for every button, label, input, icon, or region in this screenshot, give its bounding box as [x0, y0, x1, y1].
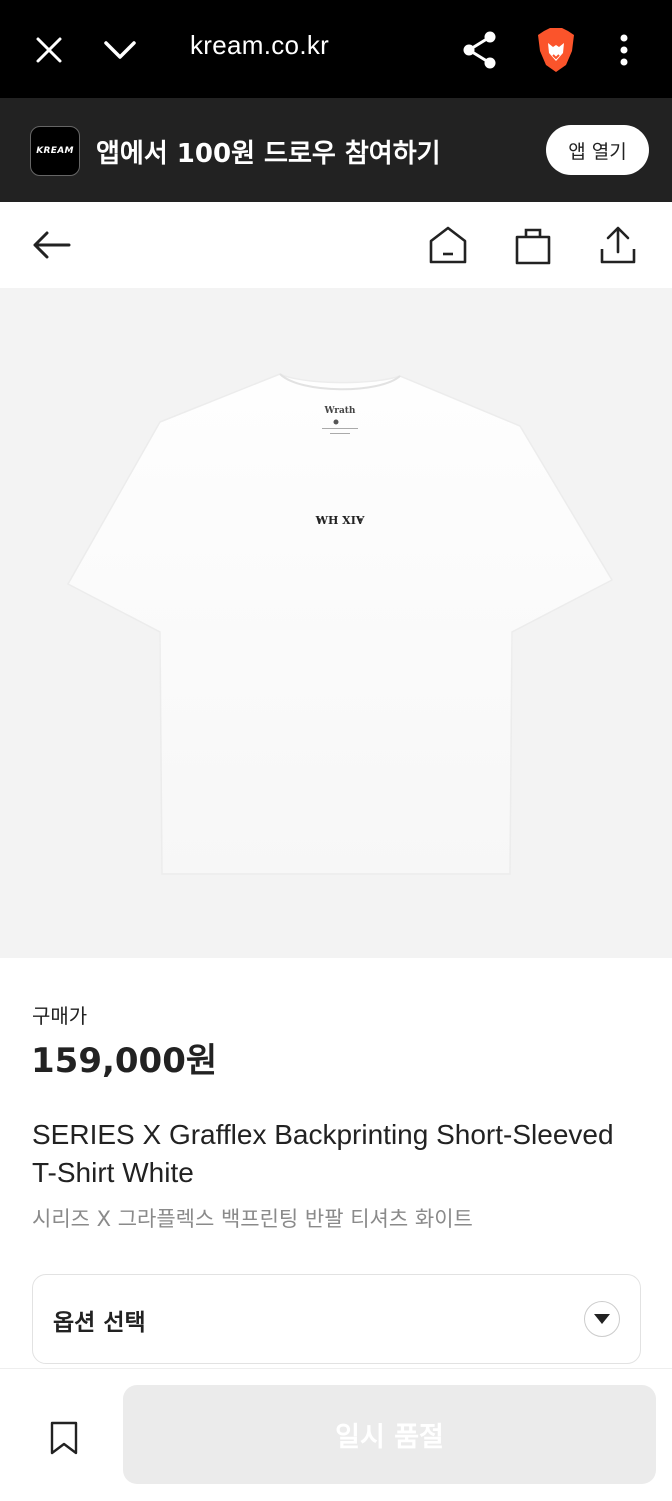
- price-label: 구매가: [32, 1004, 88, 1028]
- shopping-bag-icon[interactable]: [508, 220, 558, 270]
- chevron-down-icon[interactable]: [94, 24, 146, 76]
- app-banner-text: 앱에서 100원 드로우 참여하기: [96, 139, 441, 169]
- svg-text:Wrath: Wrath: [324, 406, 356, 416]
- address-bar-url[interactable]: kream.co.kr: [190, 30, 329, 61]
- option-select[interactable]: 옵션 선택: [32, 1274, 641, 1364]
- open-app-button[interactable]: 앱 열기: [546, 125, 649, 175]
- tshirt-illustration: Wrath • WH XIV •: [66, 373, 614, 875]
- product-name-ko: 시리즈 X 그라플렉스 백프린팅 반팔 티셔츠 화이트: [32, 1207, 473, 1231]
- product-name-en: SERIES X Grafflex Backprinting Short-Sle…: [32, 1119, 614, 1188]
- dropdown-triangle-icon[interactable]: [584, 1301, 620, 1337]
- more-vertical-icon[interactable]: [598, 24, 650, 76]
- share-icon[interactable]: [454, 24, 506, 76]
- svg-text:•: •: [358, 515, 364, 526]
- sold-out-button[interactable]: 일시 품절: [123, 1385, 656, 1484]
- kream-app-logo: KREAM: [30, 126, 80, 176]
- upload-share-icon[interactable]: [593, 220, 643, 270]
- close-icon[interactable]: [23, 24, 75, 76]
- back-arrow-icon[interactable]: [26, 220, 76, 270]
- page-header: [0, 202, 672, 288]
- option-select-label: 옵션 선택: [53, 1310, 146, 1336]
- product-image[interactable]: Wrath • WH XIV •: [0, 288, 672, 958]
- brave-lion-icon[interactable]: [530, 24, 582, 76]
- bookmark-icon[interactable]: [36, 1410, 92, 1466]
- home-icon[interactable]: [423, 220, 473, 270]
- product-price: 159,000원: [31, 1041, 218, 1081]
